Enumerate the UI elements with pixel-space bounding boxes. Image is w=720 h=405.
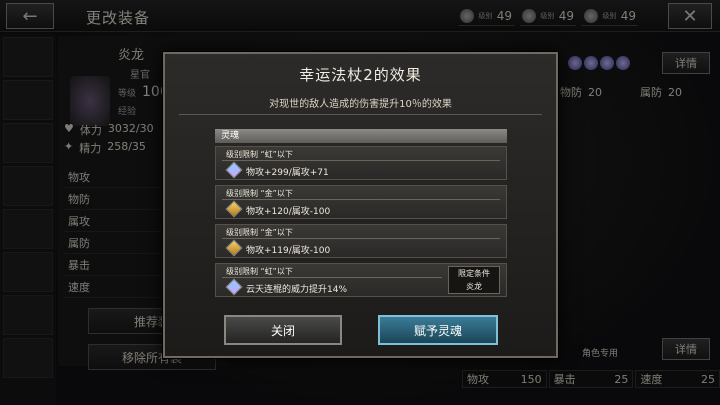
- divider: [179, 114, 542, 115]
- soul-entry: 级别限制 “虹”以下 云天连棍的威力提升14% 限定条件 炎龙: [215, 263, 507, 297]
- close-dialog-button[interactable]: 关闭: [224, 315, 342, 345]
- dialog-subtitle: 对现世的敌人造成的伤害提升10％的效果: [269, 99, 452, 110]
- rainbow-gem-icon: [225, 161, 243, 179]
- soul-entry: 级别限制 “金”以下 物攻+119/属攻-100: [215, 224, 507, 258]
- section-header: 灵魂: [215, 129, 507, 143]
- rainbow-gem-icon: [225, 278, 243, 296]
- soul-entry: 级别限制 “金”以下 物攻+120/属攻-100: [215, 185, 507, 219]
- gold-gem-icon: [225, 200, 243, 218]
- grant-soul-button[interactable]: 赋予灵魂: [378, 315, 498, 345]
- soul-effect-dialog: 幸运法杖2的效果 对现世的敌人造成的伤害提升10％的效果 灵魂 级别限制 “虹”…: [163, 52, 558, 358]
- condition-box: 限定条件 炎龙: [448, 266, 500, 294]
- gold-gem-icon: [225, 239, 243, 257]
- dialog-title: 幸运法杖2的效果: [299, 66, 422, 84]
- soul-entry: 级别限制 “虹”以下 物攻+299/属攻+71: [215, 146, 507, 180]
